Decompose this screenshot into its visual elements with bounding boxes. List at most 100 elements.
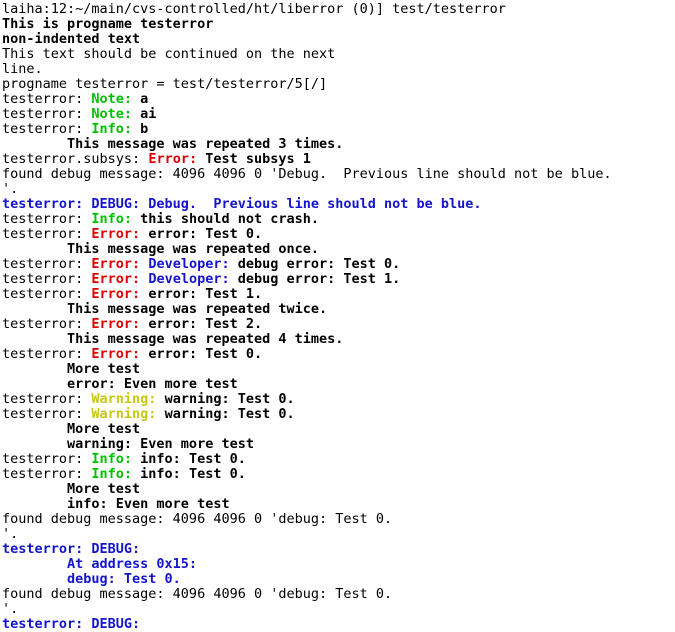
terminal-line: testerror: Error: Developer: debug error… bbox=[2, 257, 675, 272]
terminal-text-segment: '. bbox=[2, 181, 19, 197]
terminal-line: testerror: Error: Developer: debug error… bbox=[2, 272, 675, 287]
terminal-line: testerror: DEBUG: bbox=[2, 617, 675, 632]
terminal-line: testerror: DEBUG: bbox=[2, 542, 675, 557]
terminal-text-segment: error: Test 2. bbox=[140, 316, 263, 332]
terminal-text-segment: b bbox=[132, 121, 149, 137]
terminal-line: progname testerror = test/testerror/5[/] bbox=[2, 77, 675, 92]
terminal-output-pane[interactable]: laiha:12:~/main/cvs-controlled/ht/liberr… bbox=[0, 0, 675, 632]
terminal-text-segment: Error: bbox=[91, 316, 141, 332]
terminal-line: More test bbox=[2, 482, 675, 497]
terminal-text-segment: Warning: bbox=[91, 406, 157, 422]
terminal-text-segment: Note: bbox=[91, 91, 133, 107]
terminal-text-segment: testerror: bbox=[2, 271, 92, 287]
terminal-line: testerror: Note: ai bbox=[2, 107, 675, 122]
terminal-text-segment: error: Test 1. bbox=[140, 286, 263, 302]
terminal-line: testerror: Warning: warning: Test 0. bbox=[2, 392, 675, 407]
terminal-line: non-indented text bbox=[2, 32, 675, 47]
terminal-text-segment: This message was repeated 4 times. bbox=[2, 331, 344, 347]
terminal-text-segment: non-indented text bbox=[2, 31, 141, 47]
terminal-text-segment: This message was repeated twice. bbox=[2, 301, 328, 317]
terminal-line: At address 0x15: bbox=[2, 557, 675, 572]
terminal-text-segment: At address 0x15: bbox=[2, 556, 198, 572]
terminal-text-segment: testerror: bbox=[2, 256, 92, 272]
terminal-text-segment: Developer: bbox=[148, 271, 230, 287]
terminal-line: testerror: DEBUG: Debug. Previous line s… bbox=[2, 197, 675, 212]
terminal-text-segment: Error: bbox=[91, 271, 141, 287]
terminal-text-segment: testerror: DEBUG: bbox=[2, 541, 141, 557]
terminal-text-segment: testerror: bbox=[2, 211, 92, 227]
terminal-text-segment: info: Test 0. bbox=[132, 466, 246, 482]
terminal-text-segment: found debug message: 4096 4096 0 'debug:… bbox=[2, 511, 393, 527]
terminal-line: testerror: Error: error: Test 2. bbox=[2, 317, 675, 332]
terminal-text-segment: testerror: DEBUG: Debug. Previous line s… bbox=[2, 196, 482, 212]
terminal-text-segment: info: Even more test bbox=[2, 496, 230, 512]
terminal-line: '. bbox=[2, 182, 675, 197]
terminal-text-segment: Error: bbox=[91, 226, 141, 242]
terminal-text-segment: testerror: bbox=[2, 121, 92, 137]
terminal-text-segment: testerror: bbox=[2, 316, 92, 332]
terminal-text-segment: Info: bbox=[91, 451, 133, 467]
terminal-text-segment: testerror: bbox=[2, 106, 92, 122]
terminal-text-segment: This text should be continued on the nex… bbox=[2, 46, 336, 62]
terminal-line: '. bbox=[2, 527, 675, 542]
terminal-text-segment: Note: bbox=[91, 106, 133, 122]
terminal-text-segment: debug: Test 0. bbox=[2, 571, 181, 587]
terminal-line: More test bbox=[2, 422, 675, 437]
terminal-text-segment: '. bbox=[2, 601, 19, 617]
terminal-text-segment: this should not crash. bbox=[132, 211, 319, 227]
terminal-text-segment: Error: bbox=[148, 151, 198, 167]
terminal-text-segment: testerror: bbox=[2, 451, 92, 467]
terminal-text-segment: testerror: bbox=[2, 391, 92, 407]
terminal-text-segment: info: Test 0. bbox=[132, 451, 246, 467]
terminal-text-segment: warning: Test 0. bbox=[156, 391, 295, 407]
terminal-text-segment: More test bbox=[2, 361, 141, 377]
terminal-line: testerror: Error: error: Test 0. bbox=[2, 347, 675, 362]
terminal-text-segment: This message was repeated 3 times. bbox=[2, 136, 344, 152]
terminal-line: testerror: Note: a bbox=[2, 92, 675, 107]
terminal-text-segment: Error: bbox=[91, 286, 141, 302]
terminal-text-segment: testerror: bbox=[2, 406, 92, 422]
terminal-text-segment: found debug message: 4096 4096 0 'Debug.… bbox=[2, 166, 612, 182]
terminal-line: testerror.subsys: Error: Test subsys 1 bbox=[2, 152, 675, 167]
terminal-text-segment: More test bbox=[2, 421, 141, 437]
terminal-text-segment: error: Test 0. bbox=[140, 346, 263, 362]
terminal-text-segment: Warning: bbox=[91, 391, 157, 407]
terminal-text-segment: debug error: Test 1. bbox=[229, 271, 401, 287]
terminal-text-segment: Info: bbox=[91, 211, 133, 227]
terminal-line: found debug message: 4096 4096 0 'Debug.… bbox=[2, 167, 675, 182]
terminal-text-segment: testerror: bbox=[2, 466, 92, 482]
terminal-line: '. bbox=[2, 602, 675, 617]
terminal-text-segment: testerror.subsys: bbox=[2, 151, 149, 167]
terminal-line: testerror: Error: error: Test 0. bbox=[2, 227, 675, 242]
terminal-text-segment: debug error: Test 0. bbox=[229, 256, 401, 272]
terminal-line: debug: Test 0. bbox=[2, 572, 675, 587]
terminal-line: This message was repeated twice. bbox=[2, 302, 675, 317]
terminal-line: testerror: Info: b bbox=[2, 122, 675, 137]
terminal-text-segment: testerror: bbox=[2, 226, 92, 242]
terminal-text-segment: Info: bbox=[91, 121, 133, 137]
terminal-text-segment: error: Even more test bbox=[2, 376, 238, 392]
terminal-line: This text should be continued on the nex… bbox=[2, 47, 675, 62]
terminal-text-segment: laiha:12:~/main/cvs-controlled/ht/liberr… bbox=[2, 1, 506, 17]
terminal-text-segment: testerror: bbox=[2, 286, 92, 302]
terminal-text-segment: Developer: bbox=[148, 256, 230, 272]
terminal-text-segment: Error: bbox=[91, 346, 141, 362]
terminal-text-segment: This is progname testerror bbox=[2, 16, 214, 32]
terminal-text-segment: ai bbox=[132, 106, 157, 122]
terminal-text-segment: Test subsys 1 bbox=[197, 151, 311, 167]
terminal-line: testerror: Info: info: Test 0. bbox=[2, 452, 675, 467]
terminal-text-segment: testerror: bbox=[2, 91, 92, 107]
terminal-line: line. bbox=[2, 62, 675, 77]
terminal-text-segment: This message was repeated once. bbox=[2, 241, 319, 257]
terminal-text-segment: a bbox=[132, 91, 149, 107]
terminal-text-segment: progname testerror = test/testerror/5[/] bbox=[2, 76, 328, 92]
terminal-line: found debug message: 4096 4096 0 'debug:… bbox=[2, 512, 675, 527]
terminal-text-segment: Info: bbox=[91, 466, 133, 482]
terminal-text-segment: found debug message: 4096 4096 0 'debug:… bbox=[2, 586, 393, 602]
terminal-line: This message was repeated 3 times. bbox=[2, 137, 675, 152]
terminal-line: found debug message: 4096 4096 0 'debug:… bbox=[2, 587, 675, 602]
terminal-text-segment: '. bbox=[2, 526, 19, 542]
terminal-line: This is progname testerror bbox=[2, 17, 675, 32]
terminal-line: This message was repeated 4 times. bbox=[2, 332, 675, 347]
terminal-line: More test bbox=[2, 362, 675, 377]
